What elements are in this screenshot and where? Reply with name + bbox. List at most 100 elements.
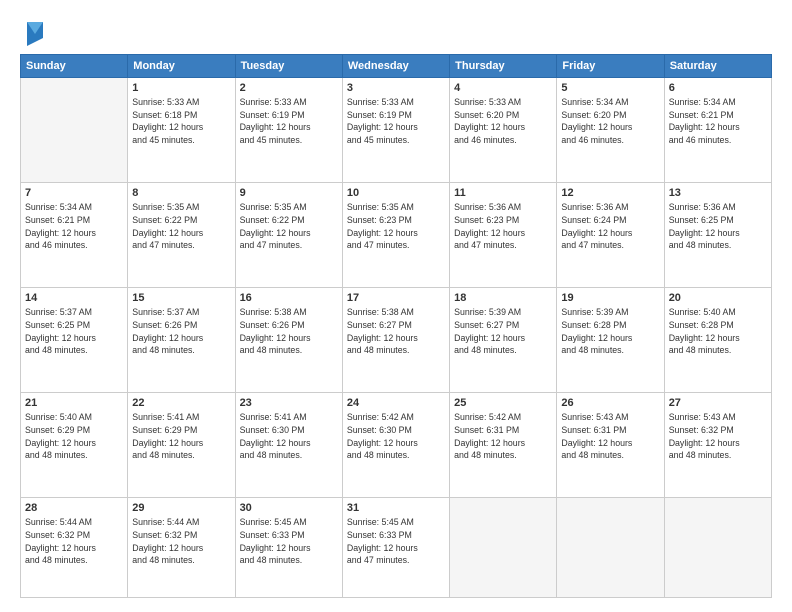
- col-wednesday: Wednesday: [342, 55, 449, 78]
- calendar-cell: 13Sunrise: 5:36 AM Sunset: 6:25 PM Dayli…: [664, 183, 771, 288]
- logo-icon: [23, 20, 45, 48]
- day-info: Sunrise: 5:45 AM Sunset: 6:33 PM Dayligh…: [347, 517, 418, 565]
- calendar-cell: 16Sunrise: 5:38 AM Sunset: 6:26 PM Dayli…: [235, 288, 342, 393]
- col-friday: Friday: [557, 55, 664, 78]
- day-info: Sunrise: 5:33 AM Sunset: 6:20 PM Dayligh…: [454, 97, 525, 145]
- day-info: Sunrise: 5:38 AM Sunset: 6:27 PM Dayligh…: [347, 307, 418, 355]
- day-number: 8: [132, 186, 230, 201]
- day-number: 23: [240, 396, 338, 411]
- day-info: Sunrise: 5:36 AM Sunset: 6:25 PM Dayligh…: [669, 202, 740, 250]
- day-number: 19: [561, 291, 659, 306]
- calendar-cell: 5Sunrise: 5:34 AM Sunset: 6:20 PM Daylig…: [557, 78, 664, 183]
- day-info: Sunrise: 5:37 AM Sunset: 6:25 PM Dayligh…: [25, 307, 96, 355]
- day-info: Sunrise: 5:41 AM Sunset: 6:29 PM Dayligh…: [132, 412, 203, 460]
- calendar-header-row: Sunday Monday Tuesday Wednesday Thursday…: [21, 55, 772, 78]
- header: [20, 18, 772, 48]
- calendar-cell: 19Sunrise: 5:39 AM Sunset: 6:28 PM Dayli…: [557, 288, 664, 393]
- day-info: Sunrise: 5:38 AM Sunset: 6:26 PM Dayligh…: [240, 307, 311, 355]
- day-info: Sunrise: 5:35 AM Sunset: 6:22 PM Dayligh…: [240, 202, 311, 250]
- calendar-cell: 14Sunrise: 5:37 AM Sunset: 6:25 PM Dayli…: [21, 288, 128, 393]
- calendar-cell: 18Sunrise: 5:39 AM Sunset: 6:27 PM Dayli…: [450, 288, 557, 393]
- day-number: 5: [561, 81, 659, 96]
- calendar-cell: 27Sunrise: 5:43 AM Sunset: 6:32 PM Dayli…: [664, 393, 771, 498]
- calendar-cell: 17Sunrise: 5:38 AM Sunset: 6:27 PM Dayli…: [342, 288, 449, 393]
- day-info: Sunrise: 5:42 AM Sunset: 6:30 PM Dayligh…: [347, 412, 418, 460]
- day-number: 26: [561, 396, 659, 411]
- day-number: 20: [669, 291, 767, 306]
- calendar-cell: 9Sunrise: 5:35 AM Sunset: 6:22 PM Daylig…: [235, 183, 342, 288]
- calendar-table: Sunday Monday Tuesday Wednesday Thursday…: [20, 54, 772, 598]
- calendar-cell: [450, 498, 557, 598]
- day-number: 18: [454, 291, 552, 306]
- week-row-1: 1Sunrise: 5:33 AM Sunset: 6:18 PM Daylig…: [21, 78, 772, 183]
- calendar-cell: 28Sunrise: 5:44 AM Sunset: 6:32 PM Dayli…: [21, 498, 128, 598]
- calendar-cell: [664, 498, 771, 598]
- day-info: Sunrise: 5:34 AM Sunset: 6:21 PM Dayligh…: [25, 202, 96, 250]
- col-sunday: Sunday: [21, 55, 128, 78]
- calendar-cell: 7Sunrise: 5:34 AM Sunset: 6:21 PM Daylig…: [21, 183, 128, 288]
- calendar-cell: 15Sunrise: 5:37 AM Sunset: 6:26 PM Dayli…: [128, 288, 235, 393]
- day-number: 21: [25, 396, 123, 411]
- day-number: 30: [240, 501, 338, 516]
- day-number: 2: [240, 81, 338, 96]
- day-info: Sunrise: 5:33 AM Sunset: 6:18 PM Dayligh…: [132, 97, 203, 145]
- col-saturday: Saturday: [664, 55, 771, 78]
- day-number: 9: [240, 186, 338, 201]
- col-monday: Monday: [128, 55, 235, 78]
- day-info: Sunrise: 5:39 AM Sunset: 6:27 PM Dayligh…: [454, 307, 525, 355]
- day-number: 13: [669, 186, 767, 201]
- page: Sunday Monday Tuesday Wednesday Thursday…: [0, 0, 792, 612]
- week-row-4: 21Sunrise: 5:40 AM Sunset: 6:29 PM Dayli…: [21, 393, 772, 498]
- calendar-cell: 10Sunrise: 5:35 AM Sunset: 6:23 PM Dayli…: [342, 183, 449, 288]
- day-number: 12: [561, 186, 659, 201]
- day-number: 22: [132, 396, 230, 411]
- day-number: 10: [347, 186, 445, 201]
- day-info: Sunrise: 5:35 AM Sunset: 6:22 PM Dayligh…: [132, 202, 203, 250]
- day-info: Sunrise: 5:40 AM Sunset: 6:29 PM Dayligh…: [25, 412, 96, 460]
- calendar-cell: 4Sunrise: 5:33 AM Sunset: 6:20 PM Daylig…: [450, 78, 557, 183]
- week-row-2: 7Sunrise: 5:34 AM Sunset: 6:21 PM Daylig…: [21, 183, 772, 288]
- day-info: Sunrise: 5:33 AM Sunset: 6:19 PM Dayligh…: [347, 97, 418, 145]
- day-number: 14: [25, 291, 123, 306]
- calendar-cell: 25Sunrise: 5:42 AM Sunset: 6:31 PM Dayli…: [450, 393, 557, 498]
- day-info: Sunrise: 5:34 AM Sunset: 6:20 PM Dayligh…: [561, 97, 632, 145]
- calendar-cell: 24Sunrise: 5:42 AM Sunset: 6:30 PM Dayli…: [342, 393, 449, 498]
- week-row-5: 28Sunrise: 5:44 AM Sunset: 6:32 PM Dayli…: [21, 498, 772, 598]
- day-number: 28: [25, 501, 123, 516]
- day-info: Sunrise: 5:40 AM Sunset: 6:28 PM Dayligh…: [669, 307, 740, 355]
- calendar-cell: 30Sunrise: 5:45 AM Sunset: 6:33 PM Dayli…: [235, 498, 342, 598]
- day-info: Sunrise: 5:45 AM Sunset: 6:33 PM Dayligh…: [240, 517, 311, 565]
- calendar-cell: 11Sunrise: 5:36 AM Sunset: 6:23 PM Dayli…: [450, 183, 557, 288]
- day-info: Sunrise: 5:43 AM Sunset: 6:32 PM Dayligh…: [669, 412, 740, 460]
- day-number: 11: [454, 186, 552, 201]
- day-info: Sunrise: 5:36 AM Sunset: 6:24 PM Dayligh…: [561, 202, 632, 250]
- day-number: 17: [347, 291, 445, 306]
- calendar-cell: 2Sunrise: 5:33 AM Sunset: 6:19 PM Daylig…: [235, 78, 342, 183]
- logo: [20, 20, 45, 48]
- day-number: 4: [454, 81, 552, 96]
- day-info: Sunrise: 5:34 AM Sunset: 6:21 PM Dayligh…: [669, 97, 740, 145]
- day-info: Sunrise: 5:37 AM Sunset: 6:26 PM Dayligh…: [132, 307, 203, 355]
- day-number: 31: [347, 501, 445, 516]
- day-number: 1: [132, 81, 230, 96]
- day-number: 6: [669, 81, 767, 96]
- col-tuesday: Tuesday: [235, 55, 342, 78]
- col-thursday: Thursday: [450, 55, 557, 78]
- calendar-cell: 12Sunrise: 5:36 AM Sunset: 6:24 PM Dayli…: [557, 183, 664, 288]
- day-number: 24: [347, 396, 445, 411]
- calendar-cell: 22Sunrise: 5:41 AM Sunset: 6:29 PM Dayli…: [128, 393, 235, 498]
- day-info: Sunrise: 5:42 AM Sunset: 6:31 PM Dayligh…: [454, 412, 525, 460]
- day-info: Sunrise: 5:39 AM Sunset: 6:28 PM Dayligh…: [561, 307, 632, 355]
- calendar-cell: 6Sunrise: 5:34 AM Sunset: 6:21 PM Daylig…: [664, 78, 771, 183]
- day-number: 3: [347, 81, 445, 96]
- calendar-cell: 20Sunrise: 5:40 AM Sunset: 6:28 PM Dayli…: [664, 288, 771, 393]
- day-info: Sunrise: 5:35 AM Sunset: 6:23 PM Dayligh…: [347, 202, 418, 250]
- day-number: 27: [669, 396, 767, 411]
- calendar-cell: 1Sunrise: 5:33 AM Sunset: 6:18 PM Daylig…: [128, 78, 235, 183]
- day-number: 16: [240, 291, 338, 306]
- day-info: Sunrise: 5:41 AM Sunset: 6:30 PM Dayligh…: [240, 412, 311, 460]
- calendar-cell: 31Sunrise: 5:45 AM Sunset: 6:33 PM Dayli…: [342, 498, 449, 598]
- day-info: Sunrise: 5:33 AM Sunset: 6:19 PM Dayligh…: [240, 97, 311, 145]
- day-info: Sunrise: 5:36 AM Sunset: 6:23 PM Dayligh…: [454, 202, 525, 250]
- week-row-3: 14Sunrise: 5:37 AM Sunset: 6:25 PM Dayli…: [21, 288, 772, 393]
